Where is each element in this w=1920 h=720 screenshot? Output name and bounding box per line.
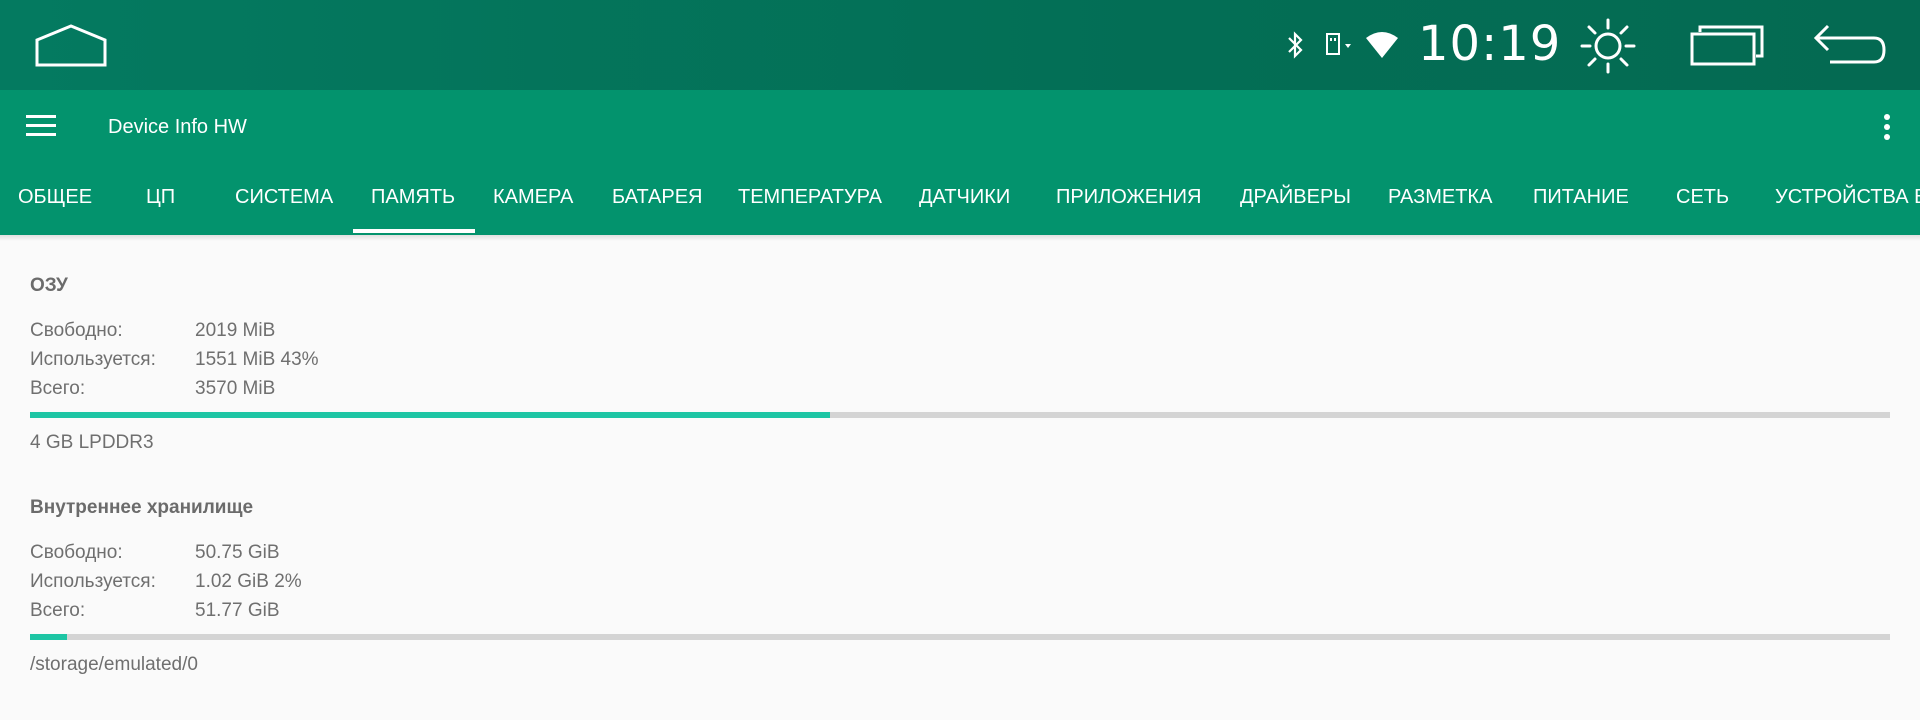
storage-total-label: Всего: [30, 600, 86, 621]
storage-title: Внутреннее хранилище [30, 497, 254, 518]
ram-usage-fill [30, 412, 830, 418]
ram-used-label: Используется: [30, 349, 156, 370]
back-icon[interactable] [1810, 22, 1886, 66]
status-time: 10:19 [1418, 16, 1562, 72]
tab-camera[interactable]: КАМЕРА [493, 180, 573, 235]
tab-system[interactable]: СИСТЕМА [235, 180, 333, 235]
storage-path: /storage/emulated/0 [30, 654, 198, 675]
appbar-shadow [0, 235, 1920, 241]
app-title: Device Info HW [108, 116, 247, 138]
brightness-icon[interactable] [1578, 16, 1638, 76]
ram-used-value: 1551 MiB 43% [195, 349, 319, 370]
tab-bar: ОБЩЕЕ ЦП СИСТЕМА ПАМЯТЬ КАМЕРА БАТАРЕЯ Т… [0, 180, 1920, 235]
storage-used-label: Используется: [30, 571, 156, 592]
storage-usage-bar [30, 634, 1890, 640]
storage-used-value: 1.02 GiB 2% [195, 571, 302, 592]
ram-total-value: 3570 MiB [195, 378, 276, 399]
tab-temperature[interactable]: ТЕМПЕРАТУРА [738, 180, 882, 235]
tab-general[interactable]: ОБЩЕЕ [18, 180, 92, 235]
tab-drivers[interactable]: ДРАЙВЕРЫ [1240, 180, 1351, 235]
tab-battery[interactable]: БАТАРЕЯ [612, 180, 702, 235]
tab-sensors[interactable]: ДАТЧИКИ [919, 180, 1010, 235]
storage-usage-fill [30, 634, 68, 640]
ram-usage-bar [30, 412, 1890, 418]
tab-memory[interactable]: ПАМЯТЬ [371, 180, 455, 235]
ram-free-label: Свободно: [30, 320, 123, 341]
ram-title: ОЗУ [30, 275, 68, 296]
app-bar: Device Info HW ОБЩЕЕ ЦП СИСТЕМА ПАМЯТЬ К… [0, 90, 1920, 235]
tab-partitions[interactable]: РАЗМЕТКА [1388, 180, 1492, 235]
usb-icon [1326, 33, 1351, 55]
storage-free-label: Свободно: [30, 542, 123, 563]
ram-type: 4 GB LPDDR3 [30, 432, 154, 453]
tab-apps[interactable]: ПРИЛОЖЕНИЯ [1056, 180, 1201, 235]
ram-free-value: 2019 MiB [195, 320, 276, 341]
tab-devices[interactable]: УСТРОЙСТВА В [1775, 180, 1920, 235]
active-tab-indicator [353, 229, 475, 233]
bluetooth-icon [1288, 31, 1303, 59]
hamburger-menu-icon[interactable] [26, 115, 58, 139]
storage-free-value: 50.75 GiB [195, 542, 280, 563]
status-bar: 10:19 [0, 0, 1920, 90]
more-vert-icon[interactable] [1880, 114, 1894, 142]
wifi-icon [1366, 32, 1398, 58]
tab-cpu[interactable]: ЦП [146, 180, 175, 235]
tab-network[interactable]: СЕТЬ [1676, 180, 1729, 235]
tab-power[interactable]: ПИТАНИЕ [1533, 180, 1629, 235]
home-icon[interactable] [34, 24, 108, 68]
ram-total-label: Всего: [30, 378, 86, 399]
storage-total-value: 51.77 GiB [195, 600, 280, 621]
recent-apps-icon[interactable] [1690, 24, 1766, 66]
